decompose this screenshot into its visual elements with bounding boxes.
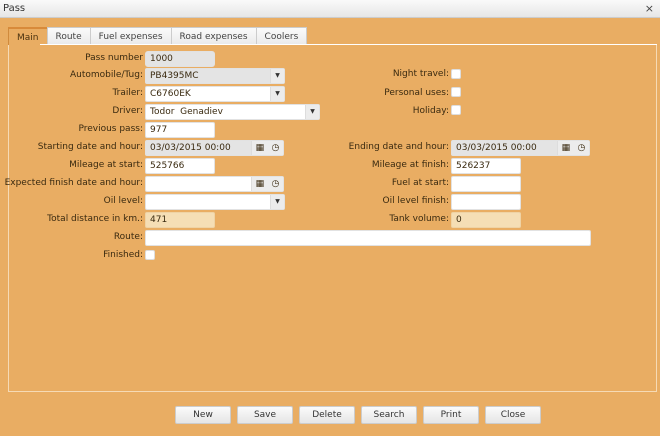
personal-uses-checkbox[interactable] [451,87,461,97]
window-title: Pass [3,3,26,14]
personal-uses-label: Personal uses: [384,88,449,98]
trailer-value: C6760EK [150,89,191,99]
driver-value: Todor Genadiev [150,107,223,117]
automobile-value: PB4395MC [150,71,199,81]
fuel-start-field[interactable] [451,176,521,192]
ending-date-field[interactable]: 03/03/2015 00:00 ▦ ◷ [451,140,590,156]
trailer-label: Trailer: [112,88,143,98]
calendar-icon[interactable]: ▦ [256,177,265,191]
clock-icon[interactable]: ◷ [271,141,279,155]
mileage-start-field[interactable]: 525766 [145,158,215,174]
pass-number-field[interactable]: 1000 [145,51,215,67]
pass-number-label: Pass number [85,53,143,63]
finished-label: Finished: [103,250,143,260]
oil-level-label: Oil level: [103,196,143,206]
tab-fuel-expenses[interactable]: Fuel expenses [89,27,172,45]
driver-label: Driver: [112,106,143,116]
mileage-finish-label: Mileage at finish: [371,160,449,170]
holiday-checkbox[interactable] [451,105,461,115]
tab-bar: Main Route Fuel expenses Road expenses C… [8,27,308,45]
tank-volume-label: Tank volume: [389,214,449,224]
ending-date-value: 03/03/2015 00:00 [456,143,537,153]
tank-volume-field: 0 [451,212,521,228]
print-button[interactable]: Print [423,406,479,424]
trailer-select[interactable]: C6760EK ▼ [145,86,285,102]
previous-pass-field[interactable]: 977 [145,122,215,138]
oil-finish-label: Oil level finish: [382,196,449,206]
oil-level-select[interactable]: ▼ [145,194,285,210]
oil-finish-field[interactable] [451,194,521,210]
save-button[interactable]: Save [237,406,293,424]
holiday-label: Holiday: [412,106,449,116]
automobile-label: Automobile/Tug: [69,70,143,80]
expected-finish-field[interactable]: ▦ ◷ [145,176,284,192]
tab-road-expenses[interactable]: Road expenses [170,27,257,45]
close-button[interactable]: Close [485,406,541,424]
fuel-start-label: Fuel at start: [391,178,449,188]
chevron-down-icon[interactable]: ▼ [270,69,284,83]
close-icon[interactable]: × [645,2,654,15]
mileage-start-label: Mileage at start: [69,160,143,170]
night-travel-checkbox[interactable] [451,69,461,79]
driver-select[interactable]: Todor Genadiev ▼ [145,104,320,120]
expected-finish-label: Expected finish date and hour: [4,178,143,188]
clock-icon[interactable]: ◷ [271,177,279,191]
automobile-select[interactable]: PB4395MC ▼ [145,68,285,84]
tab-main[interactable]: Main [8,27,48,45]
night-travel-label: Night travel: [392,69,449,79]
starting-date-label: Starting date and hour: [37,142,143,152]
title-bar: Pass × [0,0,660,18]
chevron-down-icon[interactable]: ▼ [270,87,284,101]
previous-pass-label: Previous pass: [78,124,143,134]
starting-date-value: 03/03/2015 00:00 [150,143,231,153]
finished-checkbox[interactable] [145,250,155,260]
route-label: Route: [113,232,143,242]
starting-date-field[interactable]: 03/03/2015 00:00 ▦ ◷ [145,140,284,156]
total-distance-label: Total distance in km.: [47,214,143,224]
calendar-icon[interactable]: ▦ [562,141,571,155]
tab-coolers[interactable]: Coolers [255,27,308,45]
ending-date-label: Ending date and hour: [348,142,449,152]
route-field[interactable] [145,230,591,246]
calendar-icon[interactable]: ▦ [256,141,265,155]
tab-route[interactable]: Route [46,27,91,45]
total-distance-field: 471 [145,212,215,228]
mileage-finish-field[interactable]: 526237 [451,158,521,174]
search-button[interactable]: Search [361,406,417,424]
new-button[interactable]: New [175,406,231,424]
delete-button[interactable]: Delete [299,406,355,424]
chevron-down-icon[interactable]: ▼ [270,195,284,209]
clock-icon[interactable]: ◷ [577,141,585,155]
